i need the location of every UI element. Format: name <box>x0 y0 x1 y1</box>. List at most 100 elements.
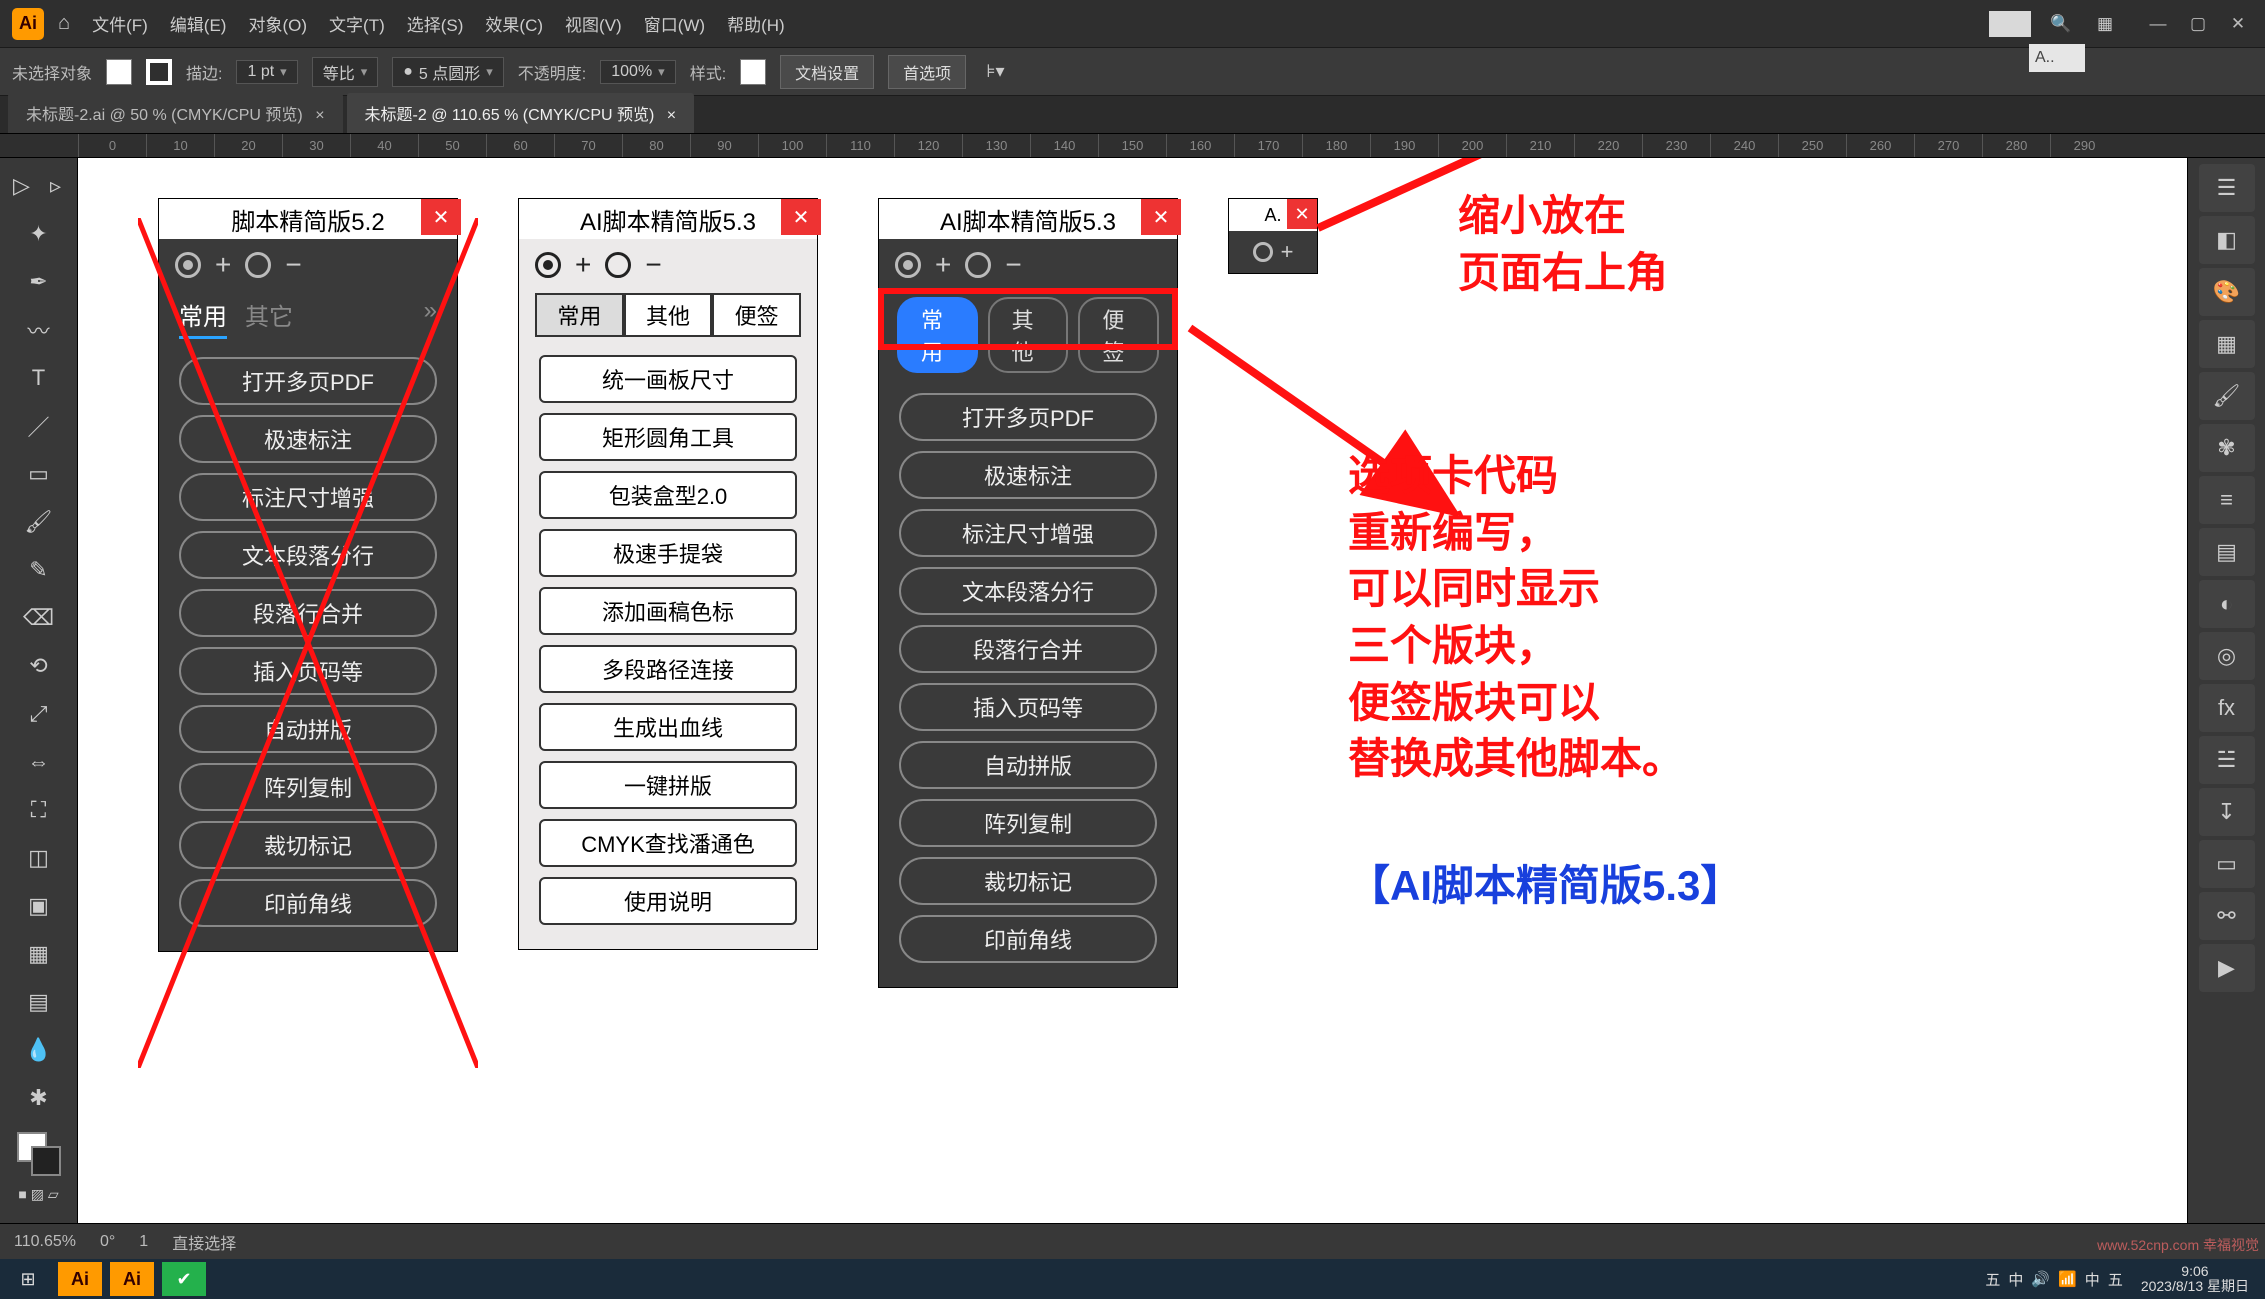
panel-symbols[interactable]: ✾ <box>2199 424 2255 472</box>
free-transform-tool[interactable]: ⛶ <box>7 788 71 832</box>
tab-other[interactable]: 其它 <box>245 297 293 339</box>
script-button[interactable]: 一键拼版 <box>539 761 797 809</box>
document-settings-button[interactable]: 文档设置 <box>780 55 874 89</box>
panel-asset-export[interactable]: ↧ <box>2199 788 2255 836</box>
workspace-layout-icon[interactable]: ▦ <box>2091 10 2119 38</box>
rotate-tool[interactable]: ⟲ <box>7 644 71 688</box>
tray-keyboard-icon[interactable]: 五 <box>2108 1269 2123 1290</box>
panel-properties[interactable]: ☰ <box>2199 164 2255 212</box>
panel-transparency[interactable]: ◐ <box>2199 580 2255 628</box>
tray-network-icon[interactable]: 📶 <box>2058 1270 2077 1288</box>
magic-wand-tool[interactable]: ✦ <box>7 212 71 256</box>
radio-off-icon[interactable] <box>965 252 991 278</box>
tray-volume-icon[interactable]: 🔊 <box>2031 1270 2050 1288</box>
script-button[interactable]: 生成出血线 <box>539 703 797 751</box>
mini-close[interactable]: ✕ <box>1287 199 1317 229</box>
script-button[interactable]: 插入页码等 <box>179 647 437 695</box>
minus-icon[interactable]: − <box>285 249 301 281</box>
pill-common[interactable]: 常用 <box>897 297 978 373</box>
expand-icon[interactable]: » <box>424 297 437 339</box>
radio-off-icon[interactable] <box>605 252 631 278</box>
stroke-weight-dropdown[interactable]: 1 pt▾ <box>236 60 297 84</box>
pill-other[interactable]: 其他 <box>988 297 1069 373</box>
taskbar-illustrator-1[interactable]: Ai <box>58 1262 102 1296</box>
script-button[interactable]: 极速手提袋 <box>539 529 797 577</box>
pill-notes[interactable]: 便签 <box>1078 297 1159 373</box>
scale-mode-dropdown[interactable]: 等比▾ <box>312 57 379 87</box>
window-close[interactable]: ✕ <box>2223 11 2253 37</box>
home-icon[interactable]: ⌂ <box>58 12 70 35</box>
doc-tab-1[interactable]: 未标题-2.ai @ 50 % (CMYK/CPU 预览) × <box>8 93 343 133</box>
width-tool[interactable]: ⇔ <box>7 740 71 784</box>
script-button[interactable]: 打开多页PDF <box>179 357 437 405</box>
eyedropper-tool[interactable]: 💧 <box>7 1028 71 1072</box>
menu-effect[interactable]: 效果(C) <box>477 7 551 40</box>
script-button[interactable]: 矩形圆角工具 <box>539 413 797 461</box>
perspective-tool[interactable]: ▣ <box>7 884 71 928</box>
panel-links[interactable]: ⚯ <box>2199 892 2255 940</box>
search-icon[interactable]: 🔍 <box>2047 10 2075 38</box>
script-button[interactable]: 标注尺寸增强 <box>179 473 437 521</box>
script-button[interactable]: 使用说明 <box>539 877 797 925</box>
panel-color[interactable]: 🎨 <box>2199 268 2255 316</box>
taskbar-clock[interactable]: 9:06 2023/8/13 星期日 <box>2131 1264 2259 1295</box>
script-button[interactable]: 打开多页PDF <box>899 393 1157 441</box>
paintbrush-tool[interactable]: 🖌 <box>7 500 71 544</box>
zoom-level[interactable]: 110.65% <box>14 1233 76 1251</box>
rectangle-tool[interactable]: ▭ <box>7 452 71 496</box>
radio-icon[interactable] <box>1253 242 1273 262</box>
script-button[interactable]: 文本段落分行 <box>179 531 437 579</box>
panel-brushes[interactable]: 🖌 <box>2199 372 2255 420</box>
shape-builder-tool[interactable]: ◫ <box>7 836 71 880</box>
radio-off-icon[interactable] <box>245 252 271 278</box>
shaper-tool[interactable]: ✎ <box>7 548 71 592</box>
corner-dropdown[interactable]: ●5 点圆形▾ <box>392 57 504 87</box>
panel-swatches[interactable]: ▦ <box>2199 320 2255 368</box>
script-button[interactable]: 包装盒型2.0 <box>539 471 797 519</box>
panel53l-close[interactable]: ✕ <box>781 199 821 235</box>
script-button[interactable]: 标注尺寸增强 <box>899 509 1157 557</box>
script-button[interactable]: 统一画板尺寸 <box>539 355 797 403</box>
artboard-number[interactable]: 1 <box>139 1233 148 1251</box>
mesh-tool[interactable]: ▦ <box>7 932 71 976</box>
symbol-sprayer-tool[interactable]: ✱ <box>7 1076 71 1120</box>
opacity-dropdown[interactable]: 100%▾ <box>600 60 675 84</box>
color-mode-icons[interactable]: ■ ▨ ▱ <box>7 1180 71 1208</box>
panel53d-close[interactable]: ✕ <box>1141 199 1181 235</box>
panel-artboards[interactable]: ▭ <box>2199 840 2255 888</box>
menu-file[interactable]: 文件(F) <box>84 7 156 40</box>
menu-window[interactable]: 窗口(W) <box>636 7 713 40</box>
script-button[interactable]: CMYK查找潘通色 <box>539 819 797 867</box>
tray-ime-icon[interactable]: 五 <box>1985 1269 2000 1290</box>
script-button[interactable]: 多段路径连接 <box>539 645 797 693</box>
radio-on-icon[interactable] <box>175 252 201 278</box>
script-button[interactable]: 插入页码等 <box>899 683 1157 731</box>
start-button[interactable]: ⊞ <box>6 1262 50 1296</box>
taskbar-illustrator-2[interactable]: Ai <box>110 1262 154 1296</box>
pen-tool[interactable]: ✒ <box>7 260 71 304</box>
script-button[interactable]: 阵列复制 <box>179 763 437 811</box>
script-button[interactable]: 裁切标记 <box>179 821 437 869</box>
minus-icon[interactable]: − <box>1005 249 1021 281</box>
line-tool[interactable]: ／ <box>7 404 71 448</box>
panel-play[interactable]: ▶ <box>2199 944 2255 992</box>
script-button[interactable]: 文本段落分行 <box>899 567 1157 615</box>
menubar-tiny-script-box[interactable]: A.. <box>2029 44 2085 72</box>
plus-icon[interactable]: + <box>935 249 951 281</box>
artboard[interactable]: 脚本精简版5.2✕ + − 常用 其它 » 打开多页PDF极速标注标注尺寸增强文… <box>78 158 2187 1223</box>
script-button[interactable]: 极速标注 <box>899 451 1157 499</box>
tab-notes[interactable]: 便签 <box>712 293 801 337</box>
script-button[interactable]: 段落行合并 <box>179 589 437 637</box>
menu-type[interactable]: 文字(T) <box>321 7 393 40</box>
radio-on-icon[interactable] <box>895 252 921 278</box>
script-button[interactable]: 阵列复制 <box>899 799 1157 847</box>
tab-common[interactable]: 常用 <box>535 293 624 337</box>
panel-libraries[interactable]: ◧ <box>2199 216 2255 264</box>
script-button[interactable]: 段落行合并 <box>899 625 1157 673</box>
gradient-tool[interactable]: ▤ <box>7 980 71 1024</box>
panel-appearance[interactable]: ◎ <box>2199 632 2255 680</box>
panel-gradient[interactable]: ▤ <box>2199 528 2255 576</box>
stroke-swatch[interactable] <box>146 59 172 85</box>
window-maximize[interactable]: ▢ <box>2183 11 2213 37</box>
menu-object[interactable]: 对象(O) <box>240 7 315 40</box>
